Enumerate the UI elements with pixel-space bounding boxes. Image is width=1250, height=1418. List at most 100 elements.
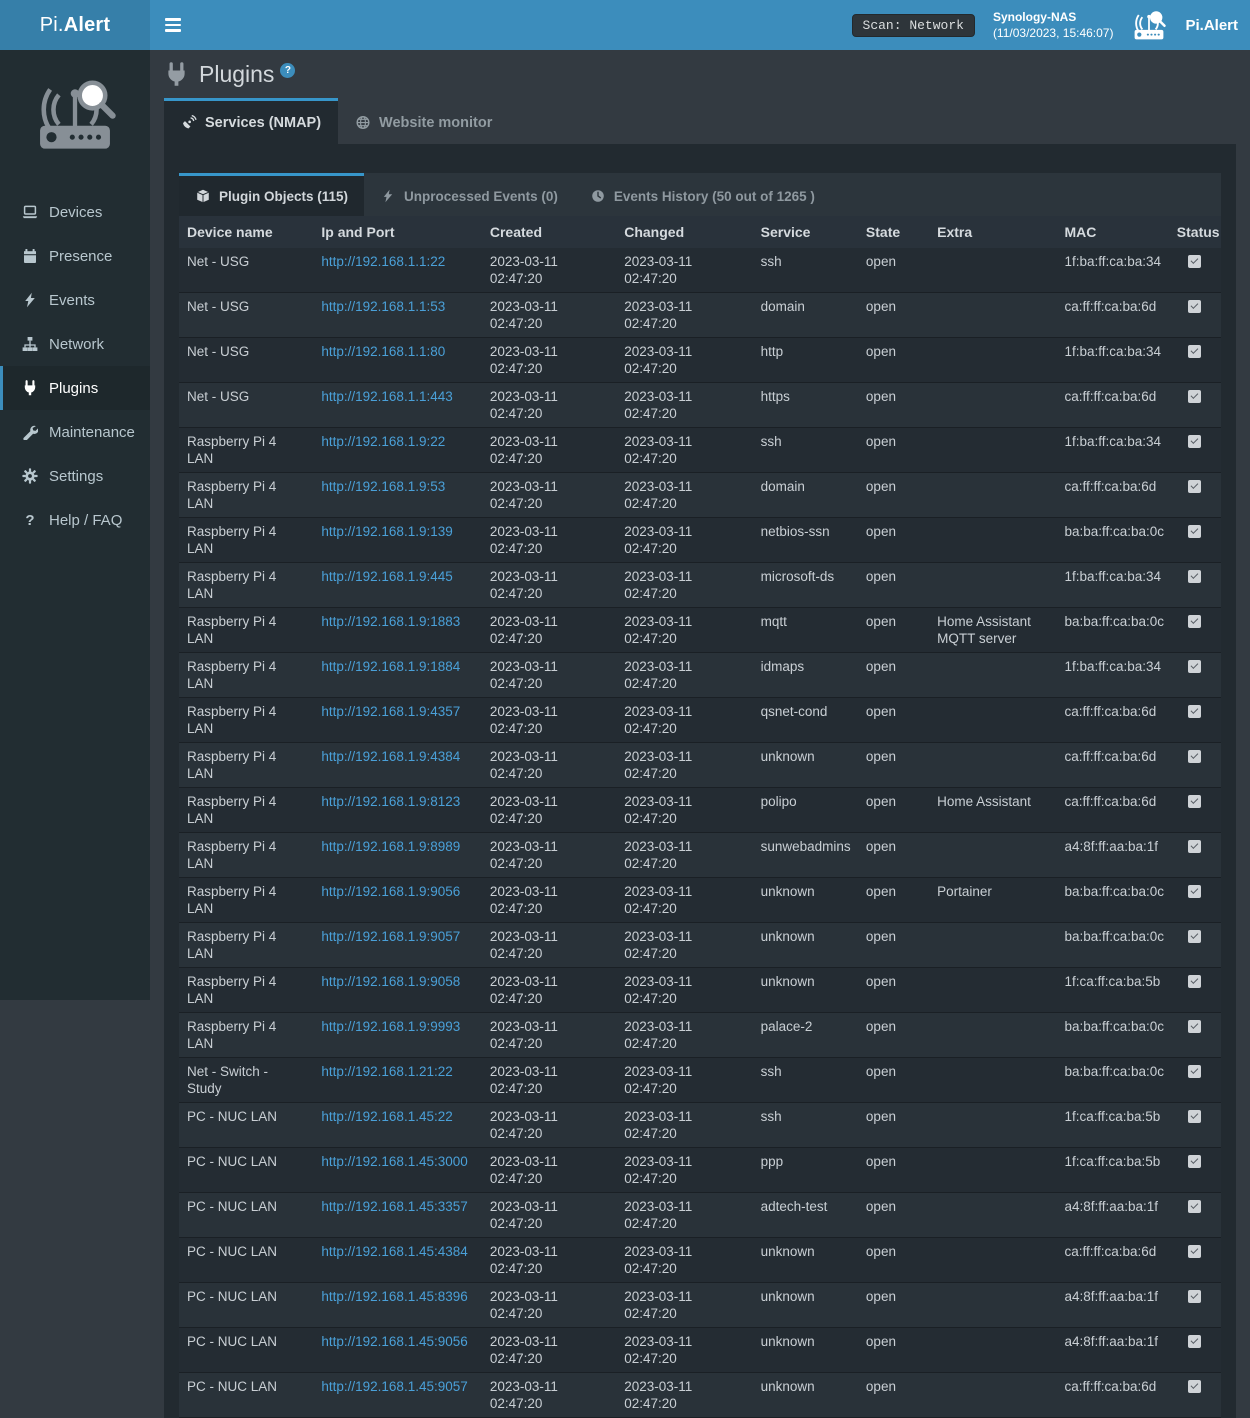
tab-services-nmap[interactable]: Services (NMAP) <box>164 98 338 144</box>
cell-extra <box>929 1238 1056 1283</box>
cell-extra <box>929 1013 1056 1058</box>
ip-port-link[interactable]: http://192.168.1.45:9056 <box>321 1334 467 1349</box>
ip-port-link[interactable]: http://192.168.1.1:80 <box>321 344 445 359</box>
status-checkbox[interactable] <box>1188 975 1201 988</box>
cell-extra: Home Assistant <box>929 788 1056 833</box>
subtab-events-history-50-out-of-1265[interactable]: Events History (50 out of 1265 ) <box>574 173 831 216</box>
sidebar-item-network[interactable]: Network <box>0 322 150 366</box>
column-header-device-name[interactable]: Device name <box>179 216 313 248</box>
cell-created: 2023-03-11 02:47:20 <box>482 743 616 788</box>
column-header-state[interactable]: State <box>858 216 929 248</box>
help-badge[interactable]: ? <box>280 63 295 78</box>
ip-port-link[interactable]: http://192.168.1.9:139 <box>321 524 452 539</box>
column-header-ip-and-port[interactable]: Ip and Port <box>313 216 481 248</box>
status-checkbox[interactable] <box>1188 1155 1201 1168</box>
sidebar-item-settings[interactable]: Settings <box>0 454 150 498</box>
status-checkbox[interactable] <box>1188 1200 1201 1213</box>
sidebar-item-plugins[interactable]: Plugins <box>0 366 150 410</box>
column-header-changed[interactable]: Changed <box>616 216 752 248</box>
tab-panel: Plugin Objects (115)Unprocessed Events (… <box>164 144 1236 1418</box>
sidebar-item-events[interactable]: Events <box>0 278 150 322</box>
brand-logo[interactable]: Pi.Alert <box>0 0 150 50</box>
sidebar-item-devices[interactable]: Devices <box>0 190 150 234</box>
status-checkbox[interactable] <box>1188 1290 1201 1303</box>
status-checkbox[interactable] <box>1188 255 1201 268</box>
ip-port-link[interactable]: http://192.168.1.9:1884 <box>321 659 460 674</box>
sidebar-item-presence[interactable]: Presence <box>0 234 150 278</box>
cell-created: 2023-03-11 02:47:20 <box>482 923 616 968</box>
ip-port-link[interactable]: http://192.168.1.9:8989 <box>321 839 460 854</box>
ip-port-link[interactable]: http://192.168.1.45:3000 <box>321 1154 467 1169</box>
status-checkbox[interactable] <box>1188 480 1201 493</box>
ip-port-link[interactable]: http://192.168.1.9:9056 <box>321 884 460 899</box>
cell-service: ssh <box>753 428 858 473</box>
ip-port-link[interactable]: http://192.168.1.9:9993 <box>321 1019 460 1034</box>
status-checkbox[interactable] <box>1188 795 1201 808</box>
status-checkbox[interactable] <box>1188 435 1201 448</box>
status-checkbox[interactable] <box>1188 570 1201 583</box>
hamburger-menu-button[interactable] <box>150 0 196 50</box>
table-row: PC - NUC LANhttp://192.168.1.45:90562023… <box>179 1328 1221 1373</box>
ip-port-link[interactable]: http://192.168.1.9:9057 <box>321 929 460 944</box>
ip-port-link[interactable]: http://192.168.1.9:22 <box>321 434 445 449</box>
status-checkbox[interactable] <box>1188 1380 1201 1393</box>
cell-changed: 2023-03-11 02:47:20 <box>616 1103 752 1148</box>
subtab-plugin-objects-115[interactable]: Plugin Objects (115) <box>179 173 364 216</box>
sidebar-item-help-faq[interactable]: Help / FAQ <box>0 498 150 542</box>
status-checkbox[interactable] <box>1188 1245 1201 1258</box>
status-checkbox[interactable] <box>1188 705 1201 718</box>
status-checkbox[interactable] <box>1188 930 1201 943</box>
ip-port-link[interactable]: http://192.168.1.45:4384 <box>321 1244 467 1259</box>
status-checkbox[interactable] <box>1188 840 1201 853</box>
ip-port-link[interactable]: http://192.168.1.1:443 <box>321 389 452 404</box>
cell-service: microsoft-ds <box>753 563 858 608</box>
cell-ip-port: http://192.168.1.9:8123 <box>313 788 481 833</box>
ip-port-link[interactable]: http://192.168.1.45:9057 <box>321 1379 467 1394</box>
cell-state: open <box>858 788 929 833</box>
cell-device-name: Raspberry Pi 4 LAN <box>179 698 313 743</box>
column-header-created[interactable]: Created <box>482 216 616 248</box>
cell-device-name: Raspberry Pi 4 LAN <box>179 968 313 1013</box>
sidebar-item-maintenance[interactable]: Maintenance <box>0 410 150 454</box>
cell-mac: a4:8f:ff:aa:ba:1f <box>1056 1328 1168 1373</box>
status-checkbox[interactable] <box>1188 300 1201 313</box>
ip-port-link[interactable]: http://192.168.1.9:53 <box>321 479 445 494</box>
ip-port-link[interactable]: http://192.168.1.1:22 <box>321 254 445 269</box>
cell-ip-port: http://192.168.1.9:9056 <box>313 878 481 923</box>
ip-port-link[interactable]: http://192.168.1.9:8123 <box>321 794 460 809</box>
ip-port-link[interactable]: http://192.168.1.9:445 <box>321 569 452 584</box>
sidebar-item-label: Devices <box>49 204 102 221</box>
status-checkbox[interactable] <box>1188 615 1201 628</box>
tab-website-monitor[interactable]: Website monitor <box>338 98 509 144</box>
column-header-status[interactable]: Status <box>1169 216 1221 248</box>
ip-port-link[interactable]: http://192.168.1.45:3357 <box>321 1199 467 1214</box>
status-checkbox[interactable] <box>1188 525 1201 538</box>
status-checkbox[interactable] <box>1188 885 1201 898</box>
cell-device-name: PC - NUC LAN <box>179 1328 313 1373</box>
ip-port-link[interactable]: http://192.168.1.45:8396 <box>321 1289 467 1304</box>
table-row: Raspberry Pi 4 LANhttp://192.168.1.9:139… <box>179 518 1221 563</box>
ip-port-link[interactable]: http://192.168.1.9:1883 <box>321 614 460 629</box>
cell-extra <box>929 1058 1056 1103</box>
column-header-mac[interactable]: MAC <box>1056 216 1168 248</box>
status-checkbox[interactable] <box>1188 1020 1201 1033</box>
ip-port-link[interactable]: http://192.168.1.1:53 <box>321 299 445 314</box>
status-checkbox[interactable] <box>1188 1065 1201 1078</box>
ip-port-link[interactable]: http://192.168.1.9:4357 <box>321 704 460 719</box>
status-checkbox[interactable] <box>1188 1110 1201 1123</box>
ip-port-link[interactable]: http://192.168.1.21:22 <box>321 1064 452 1079</box>
subtab-unprocessed-events-0[interactable]: Unprocessed Events (0) <box>364 173 574 216</box>
column-header-service[interactable]: Service <box>753 216 858 248</box>
status-checkbox[interactable] <box>1188 390 1201 403</box>
column-header-extra[interactable]: Extra <box>929 216 1056 248</box>
status-checkbox[interactable] <box>1188 750 1201 763</box>
table-row: Net - USGhttp://192.168.1.1:4432023-03-1… <box>179 383 1221 428</box>
ip-port-link[interactable]: http://192.168.1.45:22 <box>321 1109 452 1124</box>
cell-device-name: Raspberry Pi 4 LAN <box>179 878 313 923</box>
status-checkbox[interactable] <box>1188 345 1201 358</box>
status-checkbox[interactable] <box>1188 1335 1201 1348</box>
ip-port-link[interactable]: http://192.168.1.9:9058 <box>321 974 460 989</box>
cell-status <box>1169 968 1221 1013</box>
status-checkbox[interactable] <box>1188 660 1201 673</box>
ip-port-link[interactable]: http://192.168.1.9:4384 <box>321 749 460 764</box>
